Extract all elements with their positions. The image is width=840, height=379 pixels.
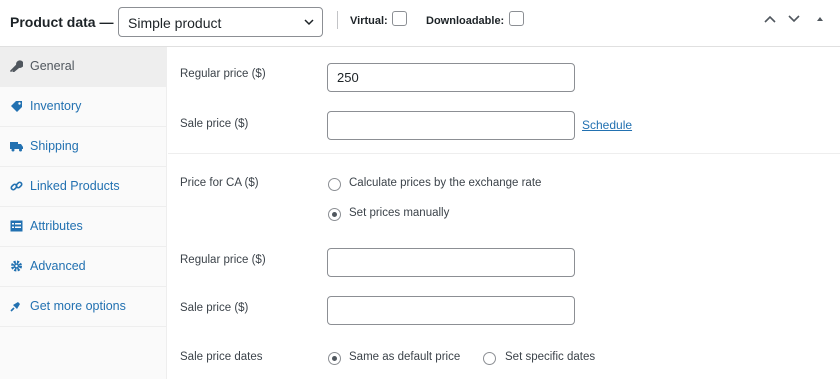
product-data-header: Product data — Simple product Virtual: D… xyxy=(0,0,840,47)
panel-title: Product data — xyxy=(10,14,114,30)
header-divider xyxy=(337,11,338,29)
tab-attributes[interactable]: Attributes xyxy=(0,207,167,247)
tab-linked-products[interactable]: Linked Products xyxy=(0,167,167,207)
ca-regular-price-input[interactable] xyxy=(327,248,575,277)
tab-inventory[interactable]: Inventory xyxy=(0,87,167,127)
ca-regular-price-label: Regular price ($) xyxy=(180,254,266,266)
virtual-label: Virtual: xyxy=(350,15,388,27)
price-for-ca-label: Price for CA ($) xyxy=(180,177,259,189)
virtual-checkbox[interactable] xyxy=(392,11,407,26)
chevron-down-icon xyxy=(304,19,314,26)
tab-general[interactable]: General xyxy=(0,47,167,87)
manual-price-label: Set prices manually xyxy=(349,207,450,219)
tab-advanced[interactable]: Advanced xyxy=(0,247,167,287)
gear-icon xyxy=(11,260,22,272)
exchange-rate-radio[interactable] xyxy=(328,178,341,191)
ca-sale-price-label: Sale price ($) xyxy=(180,302,249,314)
product-type-select[interactable]: Simple product xyxy=(118,7,323,37)
tab-general-label: General xyxy=(30,59,75,73)
product-type-value: Simple product xyxy=(128,15,222,31)
link-icon xyxy=(10,181,23,191)
product-data-tabs: General Inventory Shipping Linked Produc… xyxy=(0,47,167,379)
tab-get-more-options[interactable]: Get more options xyxy=(0,287,167,327)
downloadable-checkbox[interactable] xyxy=(509,11,524,26)
regular-price-input[interactable]: 250 xyxy=(327,63,575,92)
tab-inventory-label: Inventory xyxy=(30,99,82,113)
tab-attributes-label: Attributes xyxy=(30,219,83,233)
exchange-rate-label: Calculate prices by the exchange rate xyxy=(349,177,542,189)
section-divider xyxy=(168,153,840,154)
tab-advanced-label: Advanced xyxy=(30,259,86,273)
schedule-link[interactable]: Schedule xyxy=(582,118,632,132)
ca-sale-price-input[interactable] xyxy=(327,296,575,325)
collapse-toggle-icon[interactable] xyxy=(815,14,825,24)
specific-dates-radio[interactable] xyxy=(483,352,496,365)
tab-linked-products-label: Linked Products xyxy=(30,179,120,193)
sale-price-label: Sale price ($) xyxy=(180,118,249,130)
downloadable-label: Downloadable: xyxy=(426,15,505,27)
move-down-icon[interactable] xyxy=(787,14,801,24)
specific-dates-label: Set specific dates xyxy=(505,351,596,363)
truck-icon xyxy=(10,142,23,152)
tab-shipping[interactable]: Shipping xyxy=(0,127,167,167)
plugin-icon xyxy=(10,302,20,312)
wrench-icon xyxy=(10,60,23,72)
sale-price-dates-label: Sale price dates xyxy=(180,351,263,363)
tab-shipping-label: Shipping xyxy=(30,139,79,153)
same-as-default-label: Same as default price xyxy=(349,351,461,363)
manual-price-radio[interactable] xyxy=(328,208,341,221)
tag-icon xyxy=(11,101,22,112)
same-as-default-radio[interactable] xyxy=(328,352,341,365)
sale-price-input[interactable] xyxy=(327,111,575,140)
regular-price-label: Regular price ($) xyxy=(180,68,266,80)
list-icon xyxy=(10,220,23,232)
tab-get-more-options-label: Get more options xyxy=(30,299,126,313)
move-up-icon[interactable] xyxy=(763,14,777,24)
